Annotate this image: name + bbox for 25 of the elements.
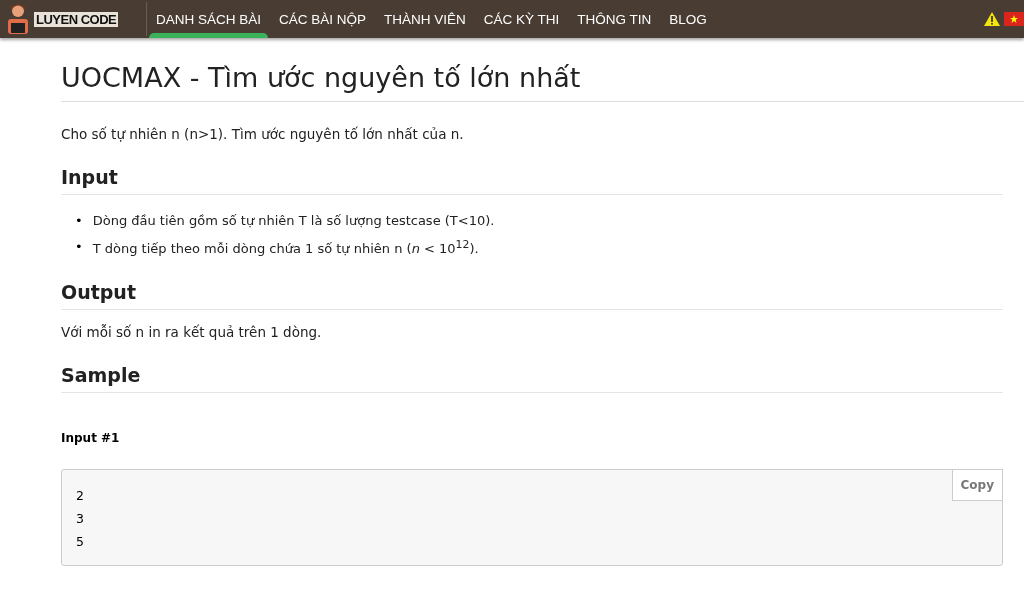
bullet: • [75,238,83,257]
copy-button[interactable]: Copy [951,469,1003,502]
problem-statement: Cho số tự nhiên n (n>1). Tìm ước nguyên tố lớn nhất của n. [61,126,465,142]
nav-link[interactable]: THÀNH VIÊN [375,0,475,38]
list-item: Dòng đầu tiên gồm số tự nhiên T là số lượng testcase (T<10). [92,212,495,230]
sample-label: Input #1 [61,431,121,446]
bullet: • [75,212,83,230]
nav-link[interactable]: DANH SÁCH BÀI [147,0,271,38]
nav-link[interactable]: CÁC KỲ THI [474,0,569,38]
logo-text[interactable]: LUYEN CODE [34,11,119,27]
section-heading: Input [61,166,1003,195]
sample-line: 5 [76,533,84,552]
coder-icon [6,3,30,35]
nav-link[interactable]: BLOG [660,0,716,38]
sample-line: 3 [76,510,84,529]
problem-title: UOCMAX - Tìm ước nguyên tố lớn nhất [61,62,1024,102]
paragraph: Với mỗi số n in ra kết quả trên 1 dòng. [61,324,323,341]
nav-link[interactable]: CÁC BÀI NỘP [270,0,376,38]
nav-link[interactable]: THÔNG TIN [568,0,661,38]
sample-line: 2 [76,487,84,506]
section-heading: Sample [61,364,1003,394]
warning-icon[interactable] [983,11,1001,27]
section-heading: Output [61,281,1003,311]
flag-icon[interactable] [1004,12,1024,26]
list-item: T dòng tiếp theo mỗi dòng chứa 1 số tự nhiên n (n < 10$^{12}$). [92,237,479,259]
